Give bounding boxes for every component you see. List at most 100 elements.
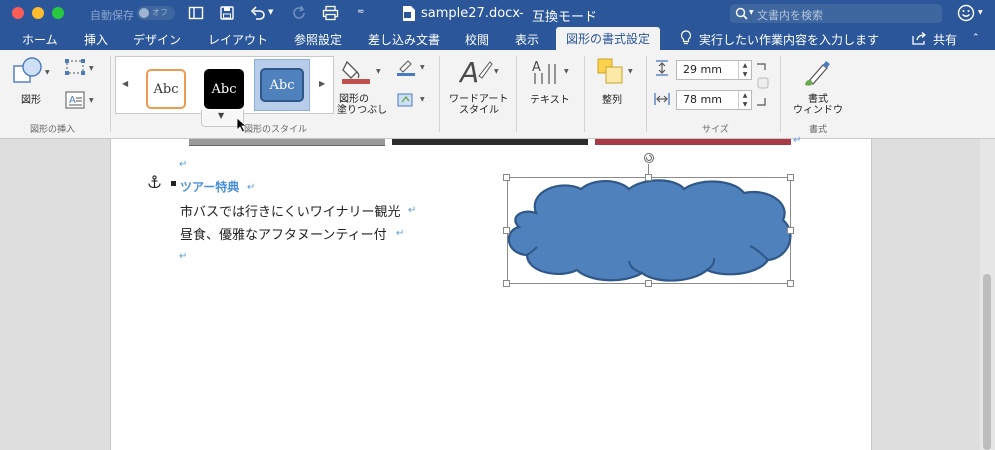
rotation-handle-icon[interactable] — [643, 152, 655, 164]
autosave-label: 自動保存 — [90, 9, 134, 22]
search-dropdown-icon: ▼ — [749, 9, 754, 16]
resize-handle-top-right[interactable] — [787, 174, 794, 181]
fill-dropdown-icon[interactable]: ▼ — [376, 68, 381, 75]
minimize-window-button[interactable] — [32, 7, 44, 19]
search-placeholder: 文書内を検索 — [757, 9, 823, 22]
vertical-scrollbar[interactable] — [980, 139, 995, 450]
outline-pen-icon[interactable] — [396, 59, 416, 77]
paragraph-mark: ↵ — [179, 159, 188, 170]
wordart-label-2: スタイル — [459, 105, 499, 116]
outline-dropdown-icon[interactable]: ▼ — [420, 64, 425, 71]
feedback-dropdown-icon[interactable]: ▼ — [978, 9, 983, 16]
format-pane-brush-icon[interactable] — [803, 59, 831, 87]
redo-icon[interactable] — [292, 5, 308, 21]
title-bar: 自動保存 オフ ▼ ≂ sample27.docx - 互換モード ▼ 文書内を… — [0, 0, 995, 27]
tab-shape-format[interactable]: 図形の書式設定 — [556, 27, 661, 50]
width-input[interactable]: 78 mm ▲ ▼ — [676, 90, 752, 110]
tab-home[interactable]: ホーム — [22, 31, 58, 48]
style-sample-text: Abc — [211, 81, 237, 97]
undo-icon[interactable] — [250, 5, 266, 21]
lock-aspect-icon[interactable] — [755, 62, 769, 108]
search-icon — [735, 7, 748, 20]
style-sample-text: Abc — [269, 77, 295, 93]
share-button[interactable]: 共有 — [933, 31, 957, 48]
gallery-prev-icon[interactable]: ◀ — [122, 79, 128, 88]
gallery-expand-icon: ▼ — [218, 111, 225, 120]
wordart-label-1: ワードアート — [449, 94, 509, 105]
resize-handle-bottom-left[interactable] — [503, 280, 510, 287]
resize-handle-right[interactable] — [787, 227, 794, 234]
share-icon — [912, 32, 927, 45]
photo-strip-right — [595, 139, 791, 145]
print-icon[interactable] — [322, 5, 339, 21]
tell-me-field[interactable]: 実行したい作業内容を入力します — [699, 31, 879, 48]
text-box-dropdown-icon[interactable]: ▼ — [89, 97, 94, 104]
width-value: 78 mm — [683, 93, 722, 106]
text-direction-icon[interactable]: A — [531, 58, 561, 86]
compatibility-mode-label: 互換モード — [532, 10, 598, 25]
paint-bucket-icon[interactable] — [341, 58, 371, 86]
smiley-feedback-icon[interactable] — [957, 4, 975, 22]
resize-handle-top[interactable] — [645, 174, 652, 181]
ribbon-separator — [780, 56, 781, 132]
sidebar-icon[interactable] — [188, 5, 204, 21]
shape-styles-group-label: 図形のスタイル — [244, 125, 308, 135]
maximize-window-button[interactable] — [52, 7, 64, 19]
document-title: sample27.docx — [421, 6, 520, 21]
style-sample-text: Abc — [153, 81, 179, 97]
style-option-orange-outline[interactable]: Abc — [146, 69, 186, 109]
scrollbar-thumb[interactable] — [983, 274, 991, 450]
wordart-dropdown-icon[interactable]: ▼ — [494, 68, 499, 75]
height-input[interactable]: 29 mm ▲ ▼ — [676, 60, 752, 80]
tab-mailings[interactable]: 差し込み文書 — [368, 31, 440, 48]
effects-dropdown-icon[interactable]: ▼ — [420, 96, 425, 103]
edit-points-dropdown-icon[interactable]: ▼ — [89, 65, 94, 72]
tab-design[interactable]: デザイン — [133, 31, 181, 48]
resize-handle-left[interactable] — [503, 227, 510, 234]
fill-button-label-1: 図形の — [339, 94, 369, 105]
arrange-dropdown-icon[interactable]: ▼ — [628, 68, 633, 75]
style-option-blue-selected-frame[interactable]: Abc — [254, 59, 310, 111]
paragraph-mark: ↵ — [247, 182, 256, 193]
heading-tour-benefits: ツアー特典 — [180, 180, 240, 194]
close-window-button[interactable] — [12, 7, 24, 19]
undo-dropdown-icon[interactable]: ▼ — [268, 8, 273, 16]
tab-insert[interactable]: 挿入 — [84, 31, 108, 48]
text-box-icon[interactable]: A — [64, 90, 86, 110]
gallery-next-icon[interactable]: ▶ — [319, 79, 325, 88]
width-stepper[interactable]: ▲ ▼ — [738, 91, 751, 109]
edit-points-icon[interactable] — [64, 58, 86, 76]
ribbon-separator — [110, 56, 111, 132]
style-option-black-fill[interactable]: Abc — [204, 69, 244, 109]
shape-styles-gallery: ◀ Abc Abc Abc ▶ — [115, 56, 334, 114]
paragraph-mark: ↵ — [793, 135, 802, 146]
resize-handle-bottom[interactable] — [645, 280, 652, 287]
collapse-ribbon-icon[interactable]: ⌃ — [972, 33, 980, 43]
autosave-toggle[interactable]: オフ — [137, 6, 175, 20]
text-dropdown-icon[interactable]: ▼ — [564, 68, 569, 75]
tab-references[interactable]: 参照設定 — [294, 31, 342, 48]
tab-view[interactable]: 表示 — [515, 31, 539, 48]
resize-handle-bottom-right[interactable] — [787, 280, 794, 287]
shape-effects-icon[interactable] — [396, 90, 416, 108]
width-icon — [654, 93, 670, 105]
customize-toolbar-icon[interactable]: ≂ — [357, 7, 365, 17]
shapes-dropdown-icon[interactable]: ▼ — [45, 69, 50, 76]
ribbon-separator — [516, 56, 517, 132]
anchor-icon[interactable] — [148, 175, 161, 189]
height-stepper[interactable]: ▲ ▼ — [738, 61, 751, 79]
format-pane-label-2: ウィンドウ — [793, 105, 843, 116]
save-icon[interactable] — [219, 5, 235, 21]
search-field[interactable]: ▼ 文書内を検索 — [730, 4, 942, 23]
insert-shapes-group-label: 図形の挿入 — [30, 125, 76, 135]
shapes-icon[interactable] — [12, 56, 44, 86]
cloud-shape[interactable] — [506, 176, 793, 286]
ribbon-separator — [439, 56, 440, 132]
paragraph-mark: ↵ — [408, 205, 417, 216]
format-pane-label-1: 書式 — [808, 94, 828, 105]
resize-handle-top-left[interactable] — [503, 174, 510, 181]
tab-layout[interactable]: レイアウト — [208, 31, 268, 48]
arrange-icon[interactable] — [597, 58, 625, 86]
tab-review[interactable]: 校閲 — [465, 31, 489, 48]
wordart-styles-icon[interactable]: A — [459, 56, 495, 88]
